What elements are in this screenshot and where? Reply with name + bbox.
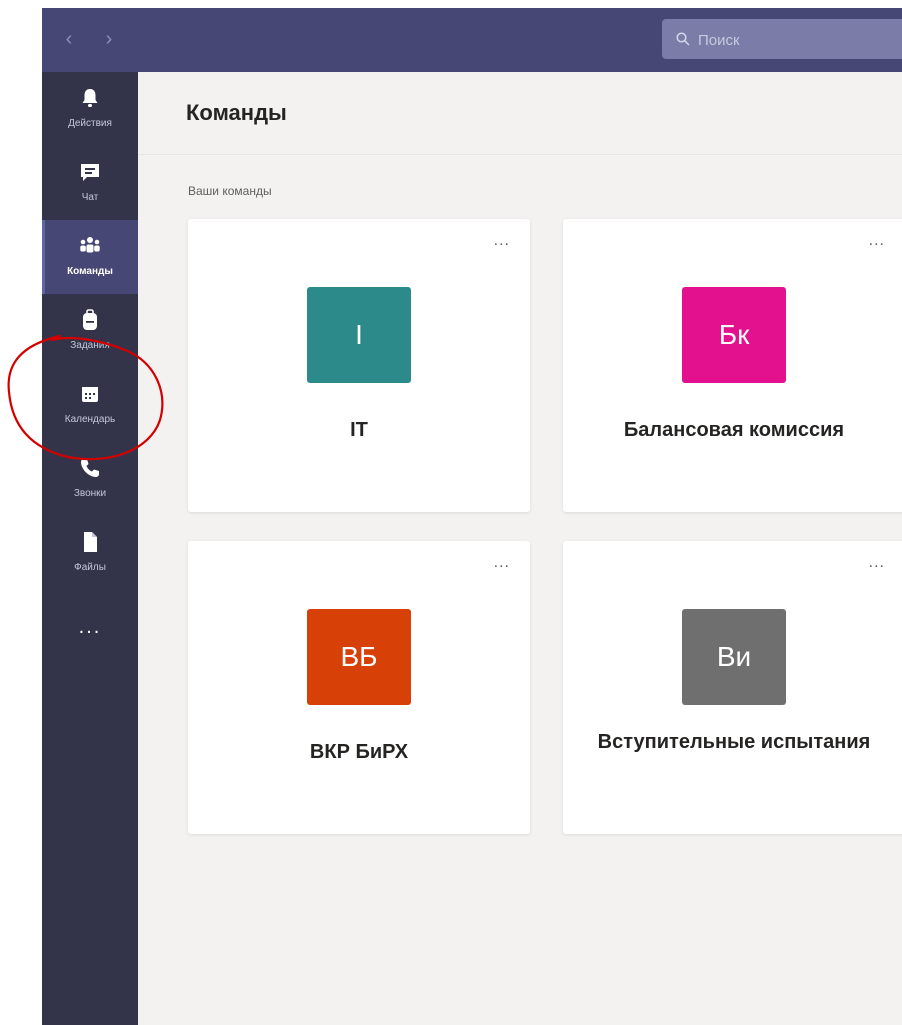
team-name: ВКР БиРХ (309, 741, 409, 763)
team-name: Балансовая комиссия (623, 419, 845, 441)
team-avatar: I (307, 287, 411, 383)
team-name: Вступительные испытания (597, 731, 871, 753)
team-avatar: Ви (682, 609, 786, 705)
sidebar-item-chat[interactable]: Чат (42, 146, 138, 220)
forward-arrow-icon[interactable]: › (100, 28, 118, 50)
more-apps-icon[interactable]: ... (42, 617, 138, 647)
search-input[interactable] (696, 28, 890, 52)
page-header: Команды (138, 72, 902, 155)
sidebar-item-files[interactable]: Файлы (42, 516, 138, 590)
back-arrow-icon[interactable]: ‹ (60, 28, 78, 50)
team-avatar: Бк (682, 287, 786, 383)
phone-icon (81, 459, 99, 477)
sidebar-item-calls[interactable]: Звонки (42, 442, 138, 516)
teams-icon (80, 237, 100, 253)
chat-icon (81, 164, 99, 181)
team-name: IT (350, 419, 368, 441)
search-box[interactable] (662, 19, 902, 59)
team-card-it[interactable]: ... I IT (188, 219, 530, 512)
sidebar-item-label: Файлы (74, 562, 106, 573)
title-bar: ‹ › (42, 8, 902, 72)
team-avatar: ВБ (307, 609, 411, 705)
page-title: Команды (186, 100, 287, 125)
search-icon (676, 32, 690, 46)
calendar-icon (82, 387, 98, 402)
sidebar-item-teams[interactable]: Команды (42, 220, 138, 294)
team-card-entrance-exams[interactable]: ... Ви Вступительные испытания (563, 541, 902, 834)
sidebar-item-label: Задания (70, 340, 110, 351)
bell-icon (82, 89, 98, 107)
sidebar-item-label: Действия (68, 118, 112, 129)
sidebar-item-calendar[interactable]: Календарь (42, 368, 138, 442)
sidebar-item-assignments[interactable]: Задания (42, 294, 138, 368)
app-bar: Действия Чат Команды Задания Календарь З… (42, 72, 138, 1025)
section-label: Ваши команды (188, 184, 272, 198)
team-card-balance-commission[interactable]: ... Бк Балансовая комиссия (563, 219, 902, 512)
file-icon (84, 532, 97, 552)
sidebar-item-activity[interactable]: Действия (42, 72, 138, 146)
sidebar-item-label: Звонки (73, 488, 107, 499)
sidebar-item-label: Команды (67, 266, 113, 277)
more-options-icon[interactable]: ... (494, 233, 510, 249)
sidebar-item-label: Календарь (64, 414, 116, 425)
sidebar-item-label: Чат (81, 192, 99, 203)
teams-app-window: ‹ › Действия Чат (42, 8, 902, 1025)
more-options-icon[interactable]: ... (869, 555, 885, 571)
backpack-icon (83, 309, 97, 330)
more-options-icon[interactable]: ... (494, 555, 510, 571)
more-options-icon[interactable]: ... (869, 233, 885, 249)
team-card-vkr[interactable]: ... ВБ ВКР БиРХ (188, 541, 530, 834)
